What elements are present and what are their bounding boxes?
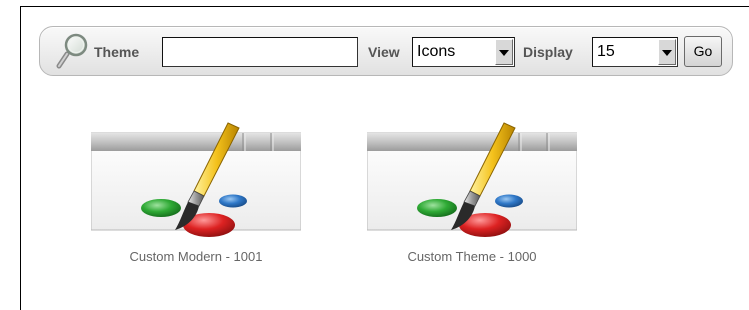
display-count-select[interactable]: 15 bbox=[592, 37, 678, 67]
theme-card[interactable]: Custom Theme - 1000 bbox=[352, 118, 592, 264]
theme-paintbrush-icon[interactable] bbox=[91, 118, 301, 238]
theme-paintbrush-icon[interactable] bbox=[367, 118, 577, 238]
theme-search-input[interactable] bbox=[162, 37, 358, 67]
display-select-value: 15 bbox=[597, 43, 615, 60]
view-label: View bbox=[368, 44, 400, 60]
chevron-down-icon[interactable] bbox=[658, 39, 676, 65]
magnifier-icon bbox=[56, 32, 90, 70]
theme-name-link[interactable]: Custom Theme - 1000 bbox=[352, 249, 592, 264]
theme-card[interactable]: Custom Modern - 1001 bbox=[76, 118, 316, 264]
search-bar: Theme View Icons Display 15 Go bbox=[39, 26, 733, 76]
view-select-value: Icons bbox=[417, 43, 456, 60]
view-select[interactable]: Icons bbox=[412, 37, 515, 67]
theme-name-link[interactable]: Custom Modern - 1001 bbox=[76, 249, 316, 264]
go-button[interactable]: Go bbox=[684, 36, 722, 67]
display-label: Display bbox=[523, 44, 573, 60]
chevron-down-icon[interactable] bbox=[495, 39, 513, 65]
theme-label: Theme bbox=[94, 44, 140, 60]
